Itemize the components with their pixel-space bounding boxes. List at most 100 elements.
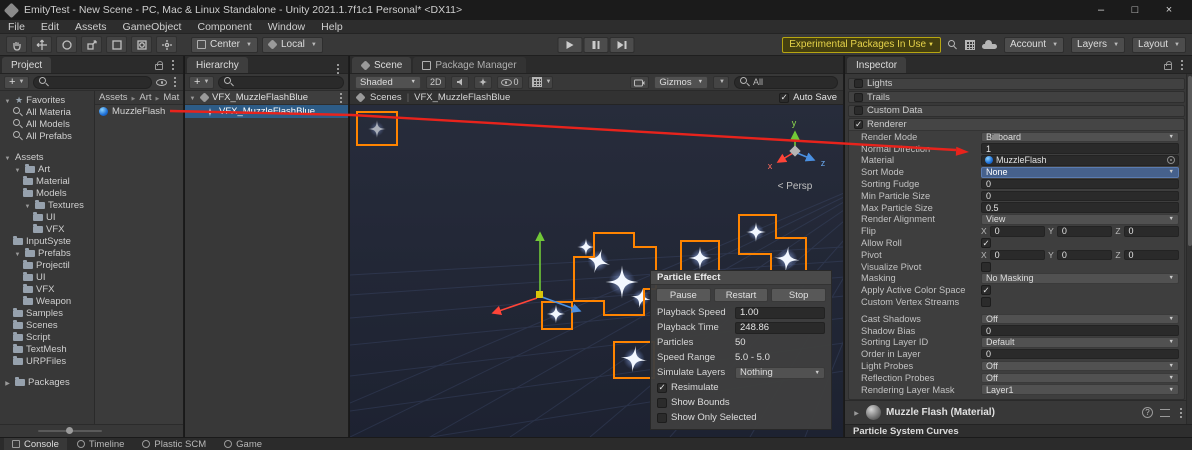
- tree-folder[interactable]: Script: [0, 331, 94, 343]
- flip-z-field[interactable]: 0: [1123, 226, 1179, 237]
- flip-x-field[interactable]: 0: [989, 226, 1046, 237]
- play-button[interactable]: [557, 37, 583, 53]
- 2d-toggle[interactable]: 2D: [426, 75, 446, 89]
- rotate-tool-button[interactable]: [56, 36, 77, 53]
- module-renderer[interactable]: Renderer: [849, 119, 1184, 131]
- inspector-scrollbar[interactable]: [1186, 74, 1192, 424]
- axis-z-label[interactable]: z: [821, 158, 826, 168]
- min-particle-size-field[interactable]: 0: [981, 190, 1179, 202]
- allow-roll-checkbox[interactable]: [981, 238, 991, 249]
- scene-search[interactable]: [734, 75, 838, 89]
- tab-project[interactable]: Project: [2, 57, 52, 73]
- favorites-header[interactable]: ★Favorites: [0, 94, 94, 106]
- sorting-layer-dropdown[interactable]: Default: [981, 337, 1179, 348]
- tab-plastic-scm[interactable]: Plastic SCM: [134, 438, 214, 450]
- tree-folder[interactable]: Scenes: [0, 319, 94, 331]
- breadcrumb-material[interactable]: Mat: [163, 92, 179, 103]
- apply-active-color-space-checkbox[interactable]: [981, 285, 991, 296]
- layers-dropdown[interactable]: Layers: [1071, 36, 1126, 53]
- auto-save-checkbox[interactable]: [779, 92, 790, 103]
- favorite-all-models[interactable]: All Models: [0, 118, 94, 130]
- render-mode-dropdown[interactable]: Billboard: [981, 131, 1179, 143]
- audio-toggle[interactable]: [450, 75, 469, 89]
- menu-help[interactable]: Help: [321, 21, 343, 33]
- project-search[interactable]: [33, 75, 152, 89]
- module-checkbox[interactable]: [854, 106, 863, 115]
- help-icon[interactable]: ?: [1142, 407, 1153, 418]
- panel-menu-icon[interactable]: [1181, 64, 1183, 66]
- grid-toggle[interactable]: [527, 75, 554, 89]
- cloud-icon[interactable]: [981, 40, 997, 49]
- module-checkbox[interactable]: [854, 120, 863, 129]
- asset-muzzleflash[interactable]: MuzzleFlash: [95, 105, 183, 118]
- tree-assets-root[interactable]: Assets: [0, 151, 94, 163]
- menu-component[interactable]: Component: [197, 21, 251, 33]
- hierarchy-search-input[interactable]: [237, 76, 338, 88]
- scene-header-row[interactable]: VFX_MuzzleFlashBlue: [185, 91, 348, 105]
- view-tool-button[interactable]: [6, 36, 27, 53]
- pivot-mode-button[interactable]: Center: [191, 36, 258, 53]
- scale-tool-button[interactable]: [81, 36, 102, 53]
- menu-file[interactable]: File: [8, 21, 25, 33]
- breadcrumb-scenes[interactable]: Scenes: [370, 92, 402, 103]
- tree-folder[interactable]: UI: [0, 211, 94, 223]
- rect-tool-button[interactable]: [106, 36, 127, 53]
- module-trails[interactable]: Trails: [848, 91, 1185, 103]
- reflection-probes-dropdown[interactable]: Off: [981, 372, 1179, 384]
- tree-folder[interactable]: Projectil: [0, 259, 94, 271]
- tree-folder[interactable]: Material: [0, 175, 94, 187]
- fx-stop-button[interactable]: Stop: [771, 288, 827, 302]
- experimental-packages-button[interactable]: Experimental Packages In Use: [782, 36, 941, 53]
- effects-toggle[interactable]: [473, 75, 492, 89]
- particle-system-curves-bar[interactable]: Particle System Curves: [845, 424, 1192, 437]
- rendering-layer-mask-dropdown[interactable]: Layer1: [981, 384, 1179, 395]
- flip-y-field[interactable]: 0: [1056, 226, 1113, 237]
- auto-save-control[interactable]: Auto Save: [779, 92, 837, 103]
- max-particle-size-field[interactable]: 0.5: [981, 202, 1179, 213]
- menu-window[interactable]: Window: [268, 21, 305, 33]
- lock-icon[interactable]: [155, 61, 163, 70]
- scene-options-icon[interactable]: [340, 96, 342, 99]
- tree-folder[interactable]: Textures: [0, 199, 94, 211]
- light-probes-dropdown[interactable]: Off: [981, 360, 1179, 372]
- tree-folder[interactable]: InputSyste: [0, 235, 94, 247]
- material-section-header[interactable]: Muzzle Flash (Material) ?: [845, 400, 1192, 424]
- tree-folder[interactable]: VFX: [0, 223, 94, 235]
- gizmos-dropdown[interactable]: Gizmos: [654, 75, 709, 89]
- rotation-mode-button[interactable]: Local: [261, 36, 323, 53]
- tab-hierarchy[interactable]: Hierarchy: [187, 57, 248, 73]
- tree-folder[interactable]: Prefabs: [0, 247, 94, 259]
- playback-time-field[interactable]: 248.86: [735, 321, 825, 334]
- tab-inspector[interactable]: Inspector: [847, 57, 907, 73]
- tab-scene[interactable]: Scene: [352, 57, 412, 73]
- scene-search-input[interactable]: [753, 77, 832, 87]
- tree-folder[interactable]: Samples: [0, 307, 94, 319]
- pivot-x-field[interactable]: 0: [989, 249, 1046, 261]
- camera-settings-icon[interactable]: [630, 75, 650, 89]
- tree-folder[interactable]: Art: [0, 163, 94, 175]
- material-object-field[interactable]: MuzzleFlash: [981, 155, 1179, 166]
- services-icon[interactable]: [964, 39, 975, 50]
- show-only-selected-checkbox[interactable]: [657, 412, 667, 423]
- fx-pause-button[interactable]: Pause: [656, 288, 711, 302]
- account-dropdown[interactable]: Account: [1003, 36, 1065, 53]
- favorite-all-materials[interactable]: All Materia: [0, 106, 94, 118]
- panel-menu-icon[interactable]: [337, 68, 339, 70]
- particle-effect-title[interactable]: Particle Effect: [651, 271, 831, 285]
- tree-folder[interactable]: TextMesh: [0, 343, 94, 355]
- visualize-pivot-checkbox[interactable]: [981, 261, 991, 272]
- gizmos-options-icon[interactable]: [713, 75, 729, 89]
- gizmo-plane-handle[interactable]: [536, 291, 543, 298]
- minimize-button[interactable]: –: [1084, 4, 1118, 16]
- module-custom-data[interactable]: Custom Data: [848, 104, 1185, 117]
- playback-speed-field[interactable]: 1.00: [735, 306, 825, 319]
- sort-mode-dropdown[interactable]: None: [981, 167, 1179, 178]
- tree-folder[interactable]: Weapon: [0, 295, 94, 307]
- favorite-all-prefabs[interactable]: All Prefabs: [0, 130, 94, 142]
- layout-dropdown[interactable]: Layout: [1132, 36, 1186, 53]
- pause-button[interactable]: [583, 37, 609, 53]
- object-picker-icon[interactable]: [1167, 156, 1175, 165]
- menu-gameobject[interactable]: GameObject: [123, 21, 182, 33]
- axis-x-label[interactable]: x: [768, 161, 773, 171]
- order-in-layer-field[interactable]: 0: [981, 348, 1179, 360]
